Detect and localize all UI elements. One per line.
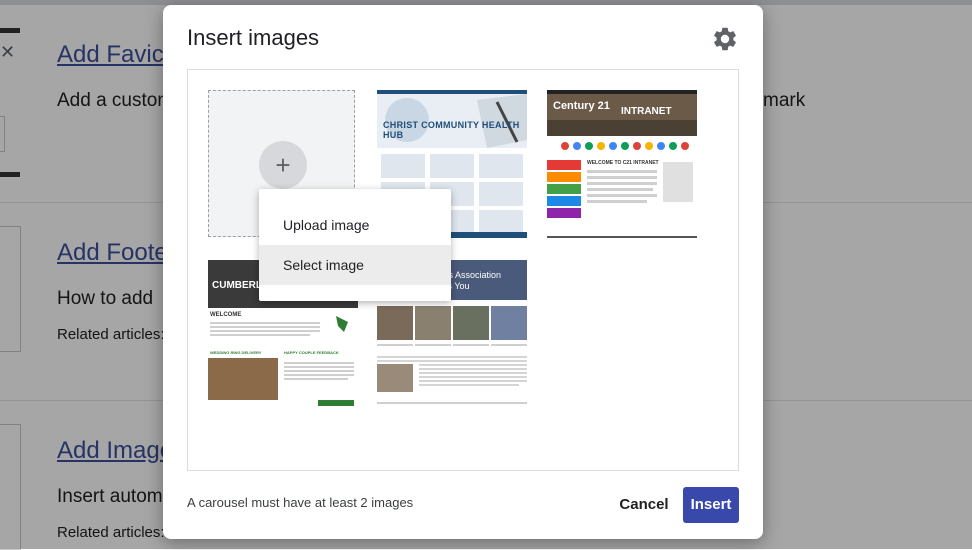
upload-options-menu: Upload image Select image <box>259 189 451 301</box>
thumbnail-logo-text: CHRIST COMMUNITY HEALTH HUB <box>383 120 520 140</box>
plus-icon[interactable]: + <box>259 141 307 189</box>
cancel-button[interactable]: Cancel <box>611 487 677 523</box>
thumbnail-welcome: WELCOME <box>210 312 242 318</box>
gear-icon[interactable] <box>711 25 739 53</box>
thumbnail-heading: INTRANET <box>621 106 672 117</box>
insert-images-dialog: Insert images + CHRIST COMMUNITY HEALTH … <box>163 5 763 539</box>
dialog-title: Insert images <box>187 25 320 50</box>
thumbnail-welcome: WELCOME TO C21 INTRANET <box>587 160 659 166</box>
menu-item-upload-image[interactable]: Upload image <box>259 205 451 245</box>
insert-button[interactable]: Insert <box>683 487 739 523</box>
image-thumbnail[interactable]: Century 21 INTRANET WELCOME TO C21 INTRA… <box>547 90 697 238</box>
thumbnail-brand: Century 21 <box>553 100 610 112</box>
thumbnail-caption: HAPPY COUPLE FEEDBACK <box>284 350 339 355</box>
carousel-hint: A carousel must have at least 2 images <box>187 495 414 510</box>
menu-item-select-image[interactable]: Select image <box>259 245 451 285</box>
thumbnail-caption: WEDDING RING DELIVERY <box>210 350 262 355</box>
